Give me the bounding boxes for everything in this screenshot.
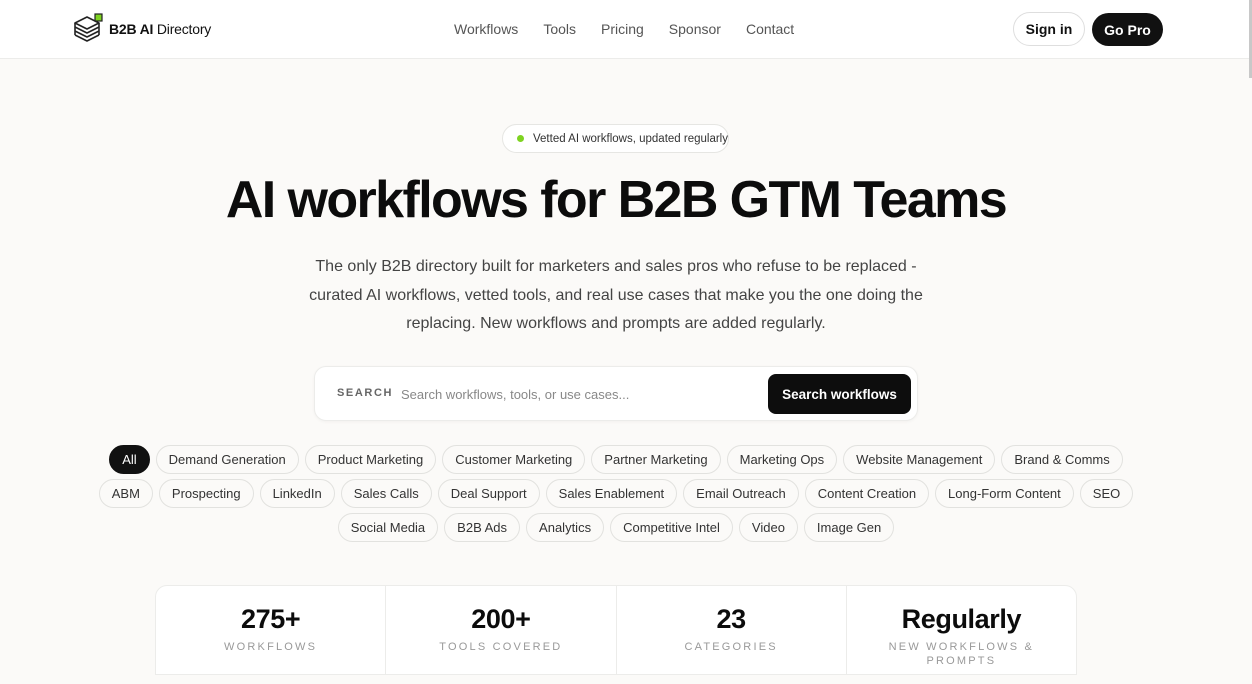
logo[interactable]: B2B AI Directory [71, 13, 211, 45]
nav-contact[interactable]: Contact [746, 21, 794, 37]
stat-label: WORKFLOWS [224, 641, 318, 653]
stat-label: TOOLS COVERED [439, 641, 563, 653]
chip-analytics[interactable]: Analytics [526, 513, 605, 542]
status-dot-icon [517, 135, 524, 142]
stat-value: 275+ [241, 604, 301, 634]
chip-competitive-intel[interactable]: Competitive Intel [610, 513, 733, 542]
chip-deal-support[interactable]: Deal Support [437, 479, 540, 508]
hero-subtitle: The only B2B directory built for markete… [309, 258, 923, 333]
page: B2B AI Directory Workflows Tools Pricing… [0, 0, 1252, 684]
chip-marketing-ops[interactable]: Marketing Ops [726, 445, 838, 474]
chip-product-marketing[interactable]: Product Marketing [304, 445, 437, 474]
chip-sales-enablement[interactable]: Sales Enablement [545, 479, 678, 508]
chip-demand-generation[interactable]: Demand Generation [155, 445, 299, 474]
category-chip-row-2: ABM Prospecting LinkedIn Sales Calls Dea… [0, 479, 1232, 508]
chip-b2b-ads[interactable]: B2B Ads [444, 513, 521, 542]
chip-content-creation[interactable]: Content Creation [804, 479, 930, 508]
go-pro-button[interactable]: Go Pro [1092, 13, 1163, 46]
sign-in-button[interactable]: Sign in [1013, 12, 1085, 46]
chip-social-media[interactable]: Social Media [337, 513, 439, 542]
status-badge: Vetted AI workflows, updated regularly [502, 124, 729, 153]
logo-text: B2B AI Directory [109, 21, 212, 37]
stat-new-workflows: Regularly NEW WORKFLOWS & PROMPTS [847, 586, 1076, 674]
chip-prospecting[interactable]: Prospecting [158, 479, 254, 508]
nav-tools[interactable]: Tools [543, 21, 576, 37]
search-workflows-button[interactable]: Search workflows [768, 374, 911, 414]
stat-categories: 23 CATEGORIES [617, 586, 847, 674]
category-chip-row-3: Social Media B2B Ads Analytics Competiti… [0, 513, 1232, 542]
stat-label: NEW WORKFLOWS & PROMPTS [888, 641, 1035, 667]
stat-value: Regularly [901, 604, 1022, 634]
chip-brand-comms[interactable]: Brand & Comms [1001, 445, 1123, 474]
chip-abm[interactable]: ABM [98, 479, 153, 508]
chip-long-form-content[interactable]: Long-Form Content [935, 479, 1074, 508]
search-bar: SEARCH Search workflows [314, 366, 918, 421]
stat-tools-covered: 200+ TOOLS COVERED [386, 586, 617, 674]
page-title: AI workflows for B2B GTM Teams [225, 171, 1008, 229]
top-navigation-bar: B2B AI Directory Workflows Tools Pricing… [0, 0, 1252, 59]
stacked-boxes-logo-icon [74, 13, 103, 42]
chip-all[interactable]: All [109, 445, 150, 474]
chip-video[interactable]: Video [738, 513, 798, 542]
badge-text: Vetted AI workflows, updated regularly [533, 132, 728, 145]
stats-panel: 275+ WORKFLOWS 200+ TOOLS COVERED 23 CAT… [155, 585, 1077, 675]
stat-value: 200+ [471, 604, 531, 634]
stat-value: 23 [716, 604, 747, 634]
nav-workflows[interactable]: Workflows [454, 21, 518, 37]
chip-customer-marketing[interactable]: Customer Marketing [442, 445, 586, 474]
stat-workflows: 275+ WORKFLOWS [156, 586, 387, 674]
category-chip-row-1: All Demand Generation Product Marketing … [0, 445, 1232, 474]
search-label: SEARCH [337, 387, 394, 399]
main-nav: Workflows Tools Pricing Sponsor Contact [454, 21, 819, 37]
chip-website-management[interactable]: Website Management [843, 445, 996, 474]
chip-seo[interactable]: SEO [1079, 479, 1134, 508]
search-input[interactable] [401, 384, 761, 404]
chip-linkedin[interactable]: LinkedIn [259, 479, 335, 508]
stat-label: CATEGORIES [684, 641, 778, 653]
nav-pricing[interactable]: Pricing [601, 21, 644, 37]
chip-partner-marketing[interactable]: Partner Marketing [591, 445, 721, 474]
chip-image-gen[interactable]: Image Gen [803, 513, 895, 542]
chip-sales-calls[interactable]: Sales Calls [340, 479, 432, 508]
nav-sponsor[interactable]: Sponsor [669, 21, 721, 37]
chip-email-outreach[interactable]: Email Outreach [683, 479, 799, 508]
